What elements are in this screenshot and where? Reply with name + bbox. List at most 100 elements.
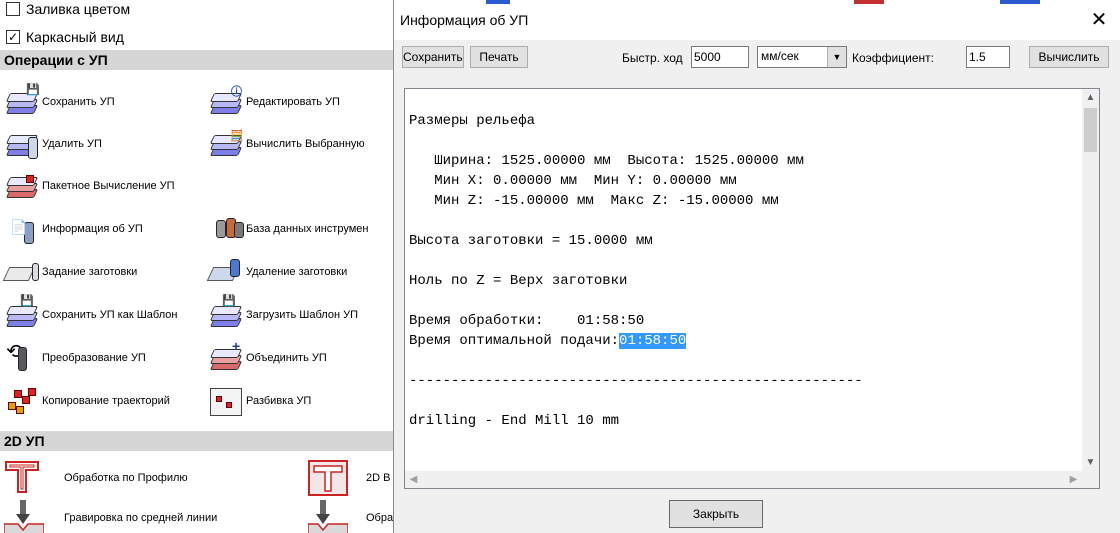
vertical-scrollbar[interactable]: ▲ ▼ — [1082, 89, 1099, 471]
remove-material-icon — [206, 257, 244, 287]
report-tool-line: drilling - End Mill 10 mm — [409, 413, 620, 429]
2d-pocket-button[interactable]: 2D В — [308, 460, 390, 496]
split-toolpath-button[interactable]: Разбивка УП — [208, 385, 311, 417]
wireframe-checkbox[interactable]: ✓ — [6, 30, 20, 44]
centerline-engraving-button[interactable]: Гравировка по средней линии — [3, 500, 218, 533]
report-textarea[interactable]: Размеры рельефа Ширина: 1525.00000 мм Вы… — [404, 88, 1100, 489]
remove-material-label: Удаление заготовки — [246, 266, 348, 278]
delete-toolpath-button[interactable]: Удалить УП — [4, 128, 102, 160]
save-toolpath-button[interactable]: 💾 Сохранить УП — [4, 85, 115, 118]
transform-toolpath-label: Преобразование УП — [42, 352, 146, 364]
save-toolpath-icon: 💾 — [4, 85, 40, 117]
calculate-selected-icon: 🧮 — [208, 129, 244, 159]
operations-panel: Заливка цветом ✓ Каркасный вид Операции … — [0, 0, 396, 533]
factor-label: Коэффициент: — [852, 51, 934, 65]
print-button[interactable]: Печать — [470, 46, 528, 68]
calculate-selected-button[interactable]: 🧮 Вычислить Выбранную — [208, 128, 365, 160]
set-material-icon — [2, 257, 40, 287]
background-toolbar-fragment — [1000, 0, 1040, 4]
chevron-down-icon[interactable]: ▼ — [827, 47, 846, 67]
merge-toolpaths-label: Объединить УП — [246, 352, 327, 364]
profile-machining-button[interactable]: Обработка по Профилю — [4, 460, 188, 496]
load-template-label: Загрузить Шаблон УП — [246, 309, 358, 321]
centerline-engraving-label: Гравировка по средней линии — [64, 512, 218, 524]
wireframe-option[interactable]: ✓ Каркасный вид — [6, 27, 124, 47]
load-template-icon: 💾 — [208, 296, 244, 330]
fill-color-checkbox[interactable] — [6, 2, 20, 16]
edit-toolpath-button[interactable]: ⓘ Редактировать УП — [208, 86, 340, 118]
rapid-unit-value: мм/сек — [761, 49, 799, 63]
dialog-titlebar[interactable]: Информация об УП ✕ — [394, 0, 1120, 40]
horizontal-scrollbar[interactable]: ◀ ▶ — [405, 471, 1099, 488]
edit-toolpath-label: Редактировать УП — [246, 96, 340, 108]
batch-calculate-label: Пакетное Вычисление УП — [42, 180, 175, 192]
optimal-feed-label: Время оптимальной подачи: — [409, 333, 620, 349]
fill-color-label: Заливка цветом — [26, 1, 131, 17]
report-separator: ----------------------------------------… — [409, 373, 863, 389]
tool-database-button[interactable]: База данных инструмен — [208, 213, 368, 245]
save-button[interactable]: Сохранить — [402, 46, 464, 68]
set-material-label: Задание заготовки — [42, 266, 138, 278]
rapid-unit-select[interactable]: мм/сек ▼ — [757, 46, 847, 68]
scroll-down-icon[interactable]: ▼ — [1082, 454, 1099, 471]
calculate-selected-label: Вычислить Выбранную — [246, 138, 365, 150]
batch-calculate-icon — [4, 171, 40, 201]
merge-toolpaths-button[interactable]: + Объединить УП — [208, 339, 327, 374]
copy-toolpaths-button[interactable]: Копирование траекторий — [4, 385, 170, 417]
calculate-button[interactable]: Вычислить — [1029, 46, 1109, 68]
close-icon[interactable]: ✕ — [1082, 6, 1116, 34]
machining-icon — [307, 500, 364, 533]
close-button[interactable]: Закрыть — [669, 500, 763, 528]
load-template-button[interactable]: 💾 Загрузить Шаблон УП — [208, 296, 358, 331]
report-line: Высота заготовки = 15.0000 мм — [409, 233, 653, 249]
report-line: Мин Z: -15.00000 мм Макс Z: -15.00000 мм — [409, 193, 779, 209]
scroll-thumb[interactable] — [1084, 108, 1097, 152]
delete-toolpath-icon — [4, 129, 40, 159]
fill-color-option[interactable]: Заливка цветом — [6, 0, 130, 19]
set-material-button[interactable]: Задание заготовки — [2, 256, 138, 288]
report-line: Время обработки: 01:58:50 — [409, 313, 645, 329]
section-header-2d[interactable]: 2D УП — [0, 431, 396, 451]
delete-toolpath-label: Удалить УП — [42, 138, 102, 150]
toolpath-info-label: Информация об УП — [42, 223, 143, 235]
tool-database-label: База данных инструмен — [246, 223, 369, 235]
copy-toolpaths-icon — [4, 386, 40, 416]
save-template-button[interactable]: 💾 Сохранить УП как Шаблон — [4, 296, 178, 331]
machining-button[interactable]: Обра — [307, 500, 394, 533]
report-content: Размеры рельефа Ширина: 1525.00000 мм Вы… — [409, 111, 863, 431]
split-toolpath-label: Разбивка УП — [246, 395, 312, 407]
rapid-move-label: Быстр. ход — [622, 51, 683, 65]
scroll-up-icon[interactable]: ▲ — [1082, 89, 1099, 106]
background-toolbar-fragment — [486, 0, 510, 4]
save-template-label: Сохранить УП как Шаблон — [42, 309, 178, 321]
edit-toolpath-icon: ⓘ — [208, 87, 244, 117]
save-toolpath-label: Сохранить УП — [42, 96, 115, 108]
wireframe-label: Каркасный вид — [26, 29, 124, 45]
batch-calculate-button[interactable]: Пакетное Вычисление УП — [4, 170, 175, 202]
remove-material-button[interactable]: Удаление заготовки — [206, 256, 348, 288]
background-toolbar-fragment — [854, 0, 884, 4]
save-template-icon: 💾 — [4, 296, 40, 330]
scroll-left-icon[interactable]: ◀ — [405, 471, 422, 488]
section-header-operations[interactable]: Операции с УП — [0, 50, 396, 70]
toolpath-info-button[interactable]: 📄 Информация об УП — [4, 213, 143, 245]
transform-toolpath-button[interactable]: ⟲ Преобразование УП — [4, 342, 146, 374]
centerline-engraving-icon — [3, 500, 62, 533]
optimal-feed-value-selected: 01:58:50 — [619, 333, 687, 349]
transform-toolpath-icon: ⟲ — [4, 342, 40, 373]
report-line: Ноль по Z = Верх заготовки — [409, 273, 628, 289]
2d-pocket-icon — [308, 460, 364, 496]
tool-database-icon — [208, 214, 244, 244]
scroll-right-icon[interactable]: ▶ — [1065, 471, 1082, 488]
report-line: Мин X: 0.00000 мм Мин Y: 0.00000 мм — [409, 173, 737, 189]
report-line: Ширина: 1525.00000 мм Высота: 1525.00000… — [409, 153, 804, 169]
report-line: Размеры рельефа — [409, 113, 536, 129]
factor-input[interactable] — [966, 46, 1010, 68]
machining-label: Обра — [366, 512, 394, 524]
dialog-title: Информация об УП — [400, 12, 529, 28]
profile-machining-icon — [4, 460, 62, 496]
rapid-move-input[interactable] — [691, 46, 749, 68]
merge-toolpaths-icon: + — [208, 339, 244, 373]
toolpath-info-dialog: Информация об УП ✕ Сохранить Печать Быст… — [393, 0, 1120, 533]
copy-toolpaths-label: Копирование траекторий — [42, 395, 170, 407]
